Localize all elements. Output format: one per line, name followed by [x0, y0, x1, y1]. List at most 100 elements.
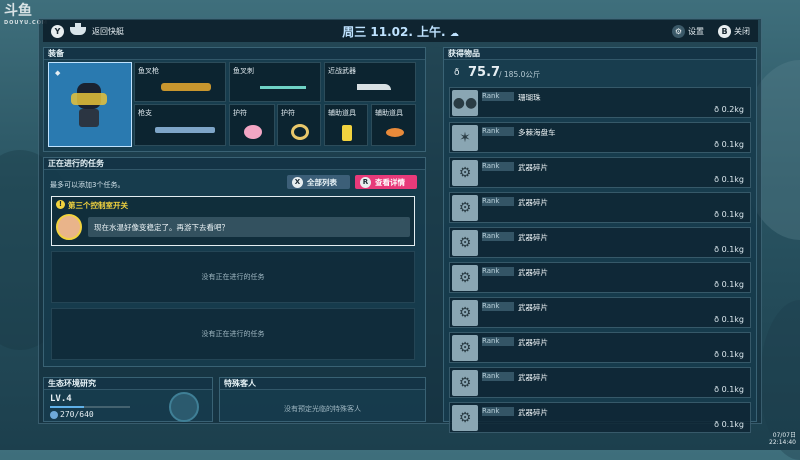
harpoon-tip-icon: [260, 86, 306, 89]
close-button[interactable]: B 关闭: [718, 24, 750, 38]
loot-row[interactable]: ⚙ Rank 武器碎片 ð 0.1kg: [449, 157, 751, 188]
loot-weight-value: ð 0.1kg: [714, 140, 744, 149]
loot-name: 武器碎片: [518, 233, 548, 242]
eco-level: LV.4: [50, 394, 72, 404]
key-hint-x: X: [292, 176, 303, 188]
scrap-icon: ⚙: [452, 300, 478, 326]
loot-weight: 75.7: [468, 65, 501, 80]
equipment-title: 装备: [44, 48, 425, 60]
charm-slot-1[interactable]: 护符: [229, 104, 275, 146]
date-display: 周三 11.02. 上午. ☁: [342, 24, 459, 39]
loot-name: 多棘海盘车: [518, 128, 556, 137]
scrap-icon: ⚙: [452, 265, 478, 291]
potion-bottle-icon: [342, 125, 352, 141]
charm-slot-2[interactable]: 护符: [277, 104, 321, 146]
rank-label: Rank: [482, 92, 500, 100]
loot-weight-value: ð 0.2kg: [714, 105, 744, 114]
loot-weight-value: ð 0.1kg: [714, 385, 744, 394]
bait-fish-icon: [386, 128, 404, 137]
scrap-icon: ⚙: [452, 230, 478, 256]
knife-icon: [357, 84, 391, 90]
loot-row[interactable]: ⚙ Rank 武器碎片 ð 0.1kg: [449, 192, 751, 223]
support-item-slot-1[interactable]: 辅助道具: [324, 104, 368, 146]
scrap-icon: ⚙: [452, 160, 478, 186]
diver-legs: [79, 109, 99, 127]
loot-name: 武器碎片: [518, 268, 548, 277]
rank-label: Rank: [482, 302, 500, 310]
loot-name: 武器碎片: [518, 303, 548, 312]
loot-weight-value: ð 0.1kg: [714, 420, 744, 429]
eco-progress: 270/640: [60, 410, 94, 419]
loot-capacity: / 185.0公斤: [499, 70, 541, 79]
loot-row[interactable]: ⚙ Rank 武器碎片 ð 0.1kg: [449, 402, 751, 433]
rank-label: Rank: [482, 162, 500, 170]
loot-weight-value: ð 0.1kg: [714, 245, 744, 254]
empty-quest-slot-2: 没有正在进行的任务: [51, 308, 415, 360]
rank-label: Rank: [482, 407, 500, 415]
quest-title: 第三个控制室开关: [68, 201, 128, 210]
gear-icon: ⚙: [672, 24, 685, 38]
gun-slot[interactable]: 枪支: [134, 104, 226, 146]
harpoon-tip-slot[interactable]: 鱼叉刺: [229, 62, 321, 102]
diver-icon: ◆: [55, 69, 61, 77]
pearl-icon: ●●: [452, 90, 478, 116]
empty-quest-slot-1: 没有正在进行的任务: [51, 251, 415, 303]
top-bar: Y 返回快艇 周三 11.02. 上午. ☁ ⚙ 设置 B 关闭: [43, 20, 758, 42]
scrap-icon: ⚙: [452, 370, 478, 396]
weight-icon: ð: [454, 68, 460, 78]
harpoon-gun-slot[interactable]: 鱼叉枪: [134, 62, 226, 102]
rank-label: Rank: [482, 197, 500, 205]
key-hint-r: R: [360, 176, 371, 188]
eco-progress-fill: [50, 406, 84, 408]
loot-name: 武器碎片: [518, 163, 548, 172]
settings-button[interactable]: ⚙ 设置: [672, 24, 704, 38]
loot-row[interactable]: ⚙ Rank 武器碎片 ð 0.1kg: [449, 367, 751, 398]
special-guests-panel: 特殊客人 没有预定光临的特殊客人: [219, 377, 426, 422]
alert-icon: !: [56, 200, 65, 209]
guests-title: 特殊客人: [220, 378, 425, 390]
quest-dialog: 现在水温好像变稳定了。再游下去看吧？: [88, 217, 410, 237]
guests-empty: 没有预定光临的特殊客人: [284, 405, 361, 413]
rank-label: Rank: [482, 127, 500, 135]
diver-portrait-slot[interactable]: ◆: [48, 62, 132, 147]
active-quest-card[interactable]: ! 第三个控制室开关 现在水温好像变稳定了。再游下去看吧？: [51, 196, 415, 246]
loot-row[interactable]: ⚙ Rank 武器碎片 ð 0.1kg: [449, 297, 751, 328]
loot-name: 武器碎片: [518, 198, 548, 207]
bead-necklace-icon: [291, 124, 309, 140]
loot-name: 武器碎片: [518, 373, 548, 382]
scrap-icon: ⚙: [452, 405, 478, 431]
melee-weapon-slot[interactable]: 近战武器: [324, 62, 416, 102]
eco-progress-icon: [50, 411, 58, 419]
rank-label: Rank: [482, 337, 500, 345]
clock: 07/07日 22:14:40: [769, 432, 796, 446]
view-details-button[interactable]: R 查看详情: [355, 175, 417, 189]
loot-title: 获得物品: [444, 48, 756, 60]
loot-weight-value: ð 0.1kg: [714, 175, 744, 184]
quests-hint: 最多可以添加3个任务。: [50, 181, 125, 189]
loot-name: 珊瑚珠: [518, 93, 541, 102]
loot-row[interactable]: ⚙ Rank 武器碎片 ð 0.1kg: [449, 227, 751, 258]
key-hint-b: B: [718, 24, 731, 38]
scrap-icon: ⚙: [452, 195, 478, 221]
rank-label: Rank: [482, 372, 500, 380]
npc-avatar: [56, 214, 82, 240]
diver-tank: [71, 93, 107, 105]
loot-row[interactable]: ●● Rank 珊瑚珠 ð 0.2kg: [449, 87, 751, 118]
eco-progress-bar: [50, 406, 130, 408]
loot-row[interactable]: ⚙ Rank 武器碎片 ð 0.1kg: [449, 262, 751, 293]
rifle-icon: [155, 127, 215, 133]
loot-row[interactable]: ✶ Rank 多棘海盘车 ð 0.1kg: [449, 122, 751, 153]
loot-row[interactable]: ⚙ Rank 武器碎片 ð 0.1kg: [449, 332, 751, 363]
harpoon-gun-icon: [161, 83, 211, 91]
quests-title: 正在进行的任务: [44, 158, 425, 170]
cloud-rain-icon: ☁: [449, 28, 459, 39]
eco-title: 生态环境研究: [44, 378, 212, 390]
all-quests-button[interactable]: X 全部列表: [287, 175, 350, 189]
eco-emblem-icon: [169, 392, 199, 422]
support-item-slot-2[interactable]: 辅助道具: [371, 104, 416, 146]
rank-label: Rank: [482, 232, 500, 240]
loot-name: 武器碎片: [518, 408, 548, 417]
scrap-icon: ⚙: [452, 335, 478, 361]
rank-label: Rank: [482, 267, 500, 275]
loot-name: 武器碎片: [518, 338, 548, 347]
